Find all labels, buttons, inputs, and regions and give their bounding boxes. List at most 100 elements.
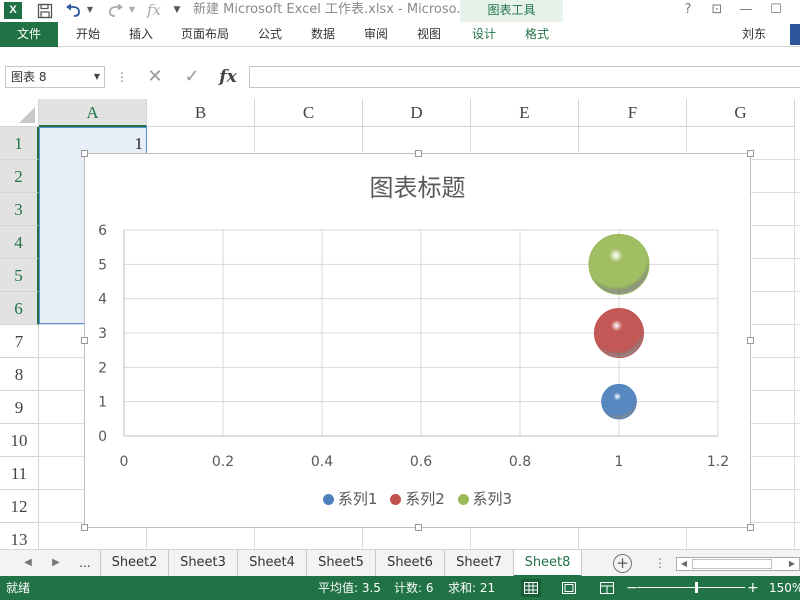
resize-handle[interactable]: [415, 524, 422, 531]
tab-review[interactable]: 审阅: [356, 22, 396, 47]
row-header-7[interactable]: 7: [0, 325, 39, 358]
row-header-3[interactable]: 3: [0, 193, 39, 226]
resize-handle[interactable]: [81, 337, 88, 344]
resize-handle[interactable]: [747, 337, 754, 344]
scroll-left-icon[interactable]: ◀: [18, 550, 38, 577]
column-header-b[interactable]: B: [147, 99, 255, 127]
row-header-2[interactable]: 2: [0, 160, 39, 193]
user-name[interactable]: 刘东: [742, 22, 766, 47]
scroll-right-icon[interactable]: ▶: [785, 558, 799, 570]
x-tick-label: 0.2: [212, 454, 234, 470]
bubble-chart[interactable]: 图表标题 0 0.2 0.4 0.6 0.8 1 1.2 0 1 2 3 4 5 6 系列1 系列2 系列…: [81, 150, 754, 531]
formula-input[interactable]: [249, 66, 800, 88]
tab-insert[interactable]: 插入: [121, 22, 161, 47]
row-header-13[interactable]: 13: [0, 523, 39, 549]
tab-sheet5[interactable]: Sheet5: [307, 550, 376, 577]
chevron-down-icon[interactable]: ▼: [94, 67, 100, 87]
tab-data[interactable]: 数据: [303, 22, 343, 47]
cancel-icon[interactable]: ✕: [143, 66, 167, 88]
row-header-8[interactable]: 8: [0, 358, 39, 391]
zoom-in-icon[interactable]: +: [747, 576, 759, 600]
zoom-level[interactable]: 150%: [769, 576, 800, 600]
row-header-10[interactable]: 10: [0, 424, 39, 457]
column-header-f[interactable]: F: [579, 99, 687, 127]
sheet-tab-bar: ◀ ▶ ... Sheet2 Sheet3 Sheet4 Sheet5 Shee…: [0, 549, 800, 577]
redo-icon[interactable]: [104, 0, 126, 22]
tab-view[interactable]: 视图: [409, 22, 449, 47]
worksheet-grid[interactable]: ABCDEFG 1 2 3 4 5 6 7 8 9 10 11 12 13 1 图表标题 0 0.2 0.4…: [0, 99, 800, 549]
resize-handle[interactable]: [747, 524, 754, 531]
insert-function-icon[interactable]: fx: [216, 66, 240, 88]
chart-legend[interactable]: 系列1 系列2 系列3: [85, 488, 750, 509]
more-vertical-icon[interactable]: ⋮: [654, 550, 666, 577]
more-sheets-button[interactable]: ...: [74, 550, 96, 577]
tab-home[interactable]: 开始: [68, 22, 108, 47]
legend-item: 系列1: [322, 488, 377, 509]
tab-format[interactable]: 格式: [517, 22, 557, 47]
horizontal-scrollbar[interactable]: ◀ ▶: [676, 557, 800, 571]
share-button[interactable]: [790, 24, 800, 45]
tab-page-layout[interactable]: 页面布局: [175, 22, 235, 47]
zoom-out-icon[interactable]: −: [626, 576, 638, 600]
scroll-left-icon[interactable]: ◀: [677, 558, 691, 570]
column-header-a[interactable]: A: [39, 99, 147, 127]
page-break-view-icon[interactable]: [597, 579, 617, 597]
resize-handle[interactable]: [81, 524, 88, 531]
tab-sheet4[interactable]: Sheet4: [238, 550, 307, 577]
row-header-4[interactable]: 4: [0, 226, 39, 259]
row-header-6[interactable]: 6: [0, 292, 39, 325]
name-box[interactable]: 图表 8 ▼: [5, 66, 105, 88]
enter-icon[interactable]: ✓: [180, 66, 204, 88]
save-icon[interactable]: [34, 0, 56, 22]
bubble-1[interactable]: [601, 383, 637, 420]
add-sheet-icon[interactable]: +: [613, 554, 632, 573]
status-count: 计数: 6: [394, 581, 434, 595]
zoom-slider[interactable]: [637, 587, 745, 588]
tab-sheet2[interactable]: Sheet2: [100, 550, 169, 577]
tab-sheet8[interactable]: Sheet8: [514, 550, 582, 577]
undo-icon[interactable]: [63, 0, 85, 22]
y-tick-label: 5: [98, 257, 107, 273]
help-icon[interactable]: ?: [676, 0, 700, 22]
y-tick-label: 6: [98, 223, 107, 239]
row-header-9[interactable]: 9: [0, 391, 39, 424]
tab-formulas[interactable]: 公式: [250, 22, 290, 47]
chart-plot[interactable]: 0 0.2 0.4 0.6 0.8 1 1.2 0 1 2 3 4 5 6: [85, 154, 752, 529]
ribbon-display-icon[interactable]: ⊡: [705, 0, 729, 22]
row-header-11[interactable]: 11: [0, 457, 39, 490]
column-header-d[interactable]: D: [363, 99, 471, 127]
more-vertical-icon[interactable]: ⋮: [116, 66, 128, 88]
resize-handle[interactable]: [415, 150, 422, 157]
zoom-slider-thumb[interactable]: [695, 582, 699, 593]
tab-sheet6[interactable]: Sheet6: [376, 550, 445, 577]
scrollbar-thumb[interactable]: [692, 559, 772, 569]
legend-label: 系列2: [405, 490, 445, 508]
resize-handle[interactable]: [81, 150, 88, 157]
fx-quick-icon[interactable]: fx: [144, 0, 164, 22]
row-header-5[interactable]: 5: [0, 259, 39, 292]
minimize-icon[interactable]: —: [734, 0, 758, 22]
column-header-c[interactable]: C: [255, 99, 363, 127]
undo-dropdown-icon[interactable]: ▼: [85, 0, 95, 22]
bubble-2[interactable]: [594, 308, 644, 358]
page-layout-view-icon[interactable]: [559, 579, 579, 597]
status-bar: 就绪 平均值: 3.5 计数: 6 求和: 21 − + 150%: [0, 576, 800, 600]
tab-sheet3[interactable]: Sheet3: [169, 550, 238, 577]
redo-dropdown-icon[interactable]: ▼: [127, 0, 137, 22]
row-header-12[interactable]: 12: [0, 490, 39, 523]
normal-view-icon[interactable]: [521, 579, 541, 597]
scroll-right-icon[interactable]: ▶: [46, 550, 66, 577]
column-header-e[interactable]: E: [471, 99, 579, 127]
row-header-1[interactable]: 1: [0, 127, 39, 160]
column-header-g[interactable]: G: [687, 99, 795, 127]
bubble-3[interactable]: [588, 233, 650, 295]
resize-handle[interactable]: [747, 150, 754, 157]
maximize-icon[interactable]: ☐: [764, 0, 788, 22]
customize-qa-icon[interactable]: ▼: [170, 0, 184, 22]
tab-design[interactable]: 设计: [464, 22, 504, 47]
tab-file[interactable]: 文件: [0, 22, 58, 47]
tab-sheet7[interactable]: Sheet7: [445, 550, 514, 577]
legend-label: 系列3: [472, 490, 513, 508]
select-all-button[interactable]: [0, 99, 39, 127]
legend-marker: [322, 494, 334, 505]
